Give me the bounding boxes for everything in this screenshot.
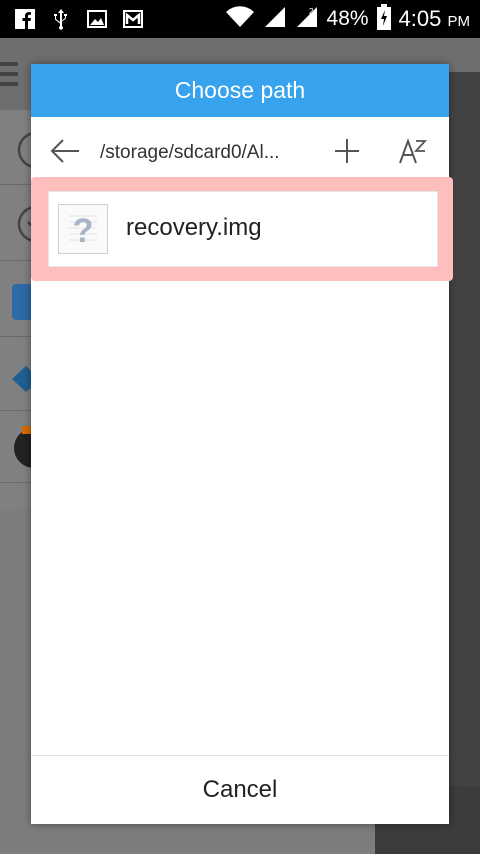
folder-app-icon — [12, 284, 32, 320]
menu-icon — [0, 62, 18, 86]
plus-icon — [335, 139, 359, 163]
svg-text:?: ? — [73, 212, 94, 250]
unknown-file-icon: ? — [58, 204, 108, 254]
file-name: recovery.img — [126, 214, 262, 241]
image-icon — [86, 8, 108, 30]
path-toolbar: /storage/sdcard0/Al... — [31, 117, 449, 185]
clock-time: 4:05 — [398, 6, 442, 31]
signal-2-icon: 2 — [295, 5, 319, 34]
cancel-button[interactable]: Cancel — [31, 756, 449, 824]
sort-button[interactable] — [397, 135, 431, 167]
battery-charging-icon — [376, 3, 391, 35]
sort-az-icon — [399, 138, 428, 164]
gmail-icon — [122, 8, 144, 30]
svg-text:2: 2 — [309, 7, 314, 16]
choose-path-dialog: Choose path /storage/sdcard0/Al... ? rec… — [31, 64, 453, 824]
list-item[interactable]: ? recovery.img — [48, 191, 438, 267]
facebook-icon — [14, 8, 36, 30]
battery-percent: 48% — [326, 7, 369, 30]
clock-ampm: PM — [447, 13, 471, 30]
clock: 4:05 PM — [399, 6, 470, 32]
wifi-icon — [225, 5, 255, 34]
signal-icon — [263, 5, 287, 34]
dialog-footer: Cancel — [31, 755, 449, 824]
diamond-app-icon — [12, 366, 32, 392]
dark-app-icon — [14, 426, 32, 468]
new-folder-button[interactable] — [331, 135, 363, 167]
current-path: /storage/sdcard0/Al... — [100, 142, 280, 163]
file-list: ? recovery.img — [31, 177, 453, 755]
dialog-title: Choose path — [31, 64, 449, 117]
status-bar: 2 48% 4:05 PM — [0, 0, 480, 38]
usb-icon — [50, 8, 72, 30]
back-arrow-icon — [50, 139, 79, 163]
back-button[interactable] — [49, 137, 81, 165]
